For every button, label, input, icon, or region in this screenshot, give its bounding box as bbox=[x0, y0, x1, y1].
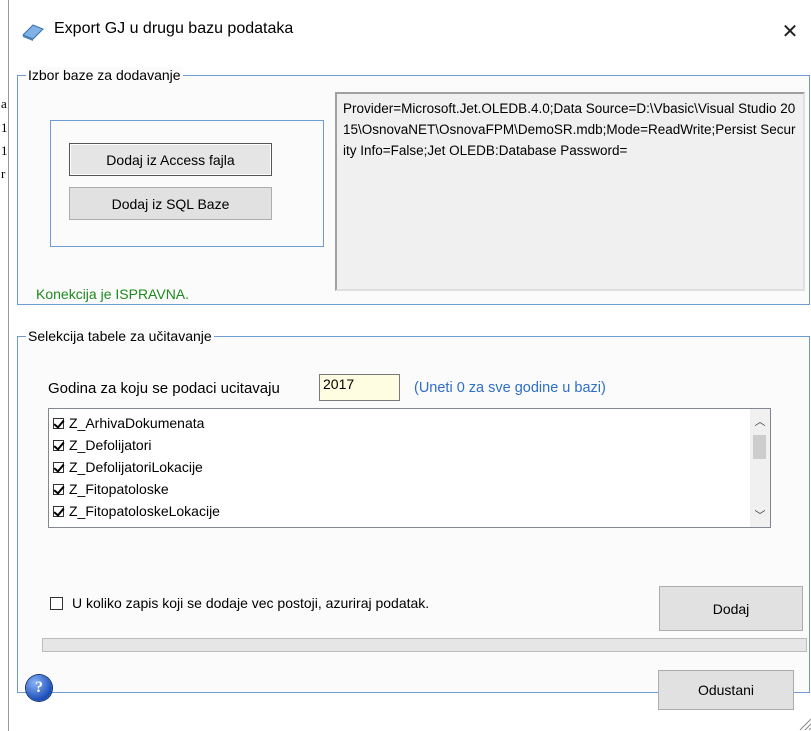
checkbox-unchecked[interactable] bbox=[50, 596, 63, 610]
connection-status: Konekcija je ISPRAVNA. bbox=[36, 286, 190, 302]
background-fragment: a bbox=[1, 96, 7, 111]
window-title: Export GJ u drugu bazu podataka bbox=[54, 20, 294, 37]
table-selection-group: Selekcija tabele za učitavanje Godina za… bbox=[17, 328, 810, 693]
scroll-thumb[interactable] bbox=[753, 435, 766, 459]
progress-bar bbox=[42, 638, 807, 652]
app-icon bbox=[22, 24, 44, 41]
year-hint: (Uneti 0 za sve godine u bazi) bbox=[414, 380, 606, 396]
add-from-sql-button[interactable]: Dodaj iz SQL Baze bbox=[69, 187, 272, 220]
cancel-button[interactable]: Odustani bbox=[658, 670, 794, 710]
dialog-body: Izbor baze za dodavanje Dodaj iz Access … bbox=[9, 58, 811, 731]
close-icon[interactable]: ✕ bbox=[768, 14, 811, 48]
background-fragment: 1 bbox=[1, 143, 8, 158]
background-fragment: r bbox=[1, 166, 6, 181]
list-item[interactable]: Z_ArhivaDokumenata bbox=[53, 412, 204, 434]
checkbox-checked[interactable] bbox=[53, 417, 64, 429]
table-group-legend: Selekcija tabele za učitavanje bbox=[26, 328, 214, 344]
checkbox-checked[interactable] bbox=[53, 439, 64, 451]
db-selection-group: Izbor baze za dodavanje Dodaj iz Access … bbox=[17, 67, 810, 305]
scroll-down-icon[interactable]: ﹀ bbox=[750, 505, 770, 525]
add-button[interactable]: Dodaj bbox=[659, 586, 803, 631]
help-icon[interactable]: ? bbox=[26, 675, 52, 701]
tables-checklist[interactable]: Z_ArhivaDokumenata Z_Defolijatori Z_Defo… bbox=[48, 408, 771, 528]
title-bar[interactable]: Export GJ u drugu bazu podataka ✕ bbox=[9, 0, 811, 58]
scroll-up-icon[interactable]: ︿ bbox=[750, 411, 770, 431]
table-name: Z_DefolijatoriLokacije bbox=[69, 459, 203, 475]
table-name: Z_Defolijatori bbox=[69, 437, 152, 453]
update-existing-checkbox[interactable]: U koliko zapis koji se dodaje vec postoj… bbox=[50, 595, 429, 611]
update-existing-label: U koliko zapis koji se dodaje vec postoj… bbox=[72, 595, 430, 611]
list-item[interactable]: Z_Defolijatori bbox=[53, 434, 151, 456]
checkbox-checked[interactable] bbox=[53, 483, 64, 495]
add-from-access-button[interactable]: Dodaj iz Access fajla bbox=[69, 143, 272, 176]
year-input[interactable]: 2017 bbox=[319, 374, 400, 401]
table-name: Z_FitopatoloskeLokacije bbox=[69, 503, 220, 519]
connection-string-box[interactable]: Provider=Microsoft.Jet.OLEDB.4.0;Data So… bbox=[335, 92, 805, 291]
list-item[interactable]: Z_Fitopatoloske bbox=[53, 478, 169, 500]
year-label: Godina za koju se podaci ucitavaju bbox=[48, 380, 280, 397]
table-name: Z_ArhivaDokumenata bbox=[69, 415, 205, 431]
list-scrollbar[interactable]: ︿ ﹀ bbox=[750, 409, 770, 527]
list-item[interactable]: Z_DefolijatoriLokacije bbox=[53, 456, 203, 478]
export-dialog: Export GJ u drugu bazu podataka ✕ Izbor … bbox=[8, 0, 811, 731]
background-fragment: 1 bbox=[1, 120, 8, 135]
table-name: Z_Fitopatoloske bbox=[69, 481, 169, 497]
checkbox-checked[interactable] bbox=[53, 505, 64, 517]
db-group-legend: Izbor baze za dodavanje bbox=[26, 67, 183, 83]
list-item[interactable]: Z_FitopatoloskeLokacije bbox=[53, 500, 220, 522]
checkbox-checked[interactable] bbox=[53, 461, 64, 473]
resize-grip-icon[interactable] bbox=[798, 717, 811, 731]
db-buttons-panel: Dodaj iz Access fajla Dodaj iz SQL Baze bbox=[50, 120, 324, 247]
